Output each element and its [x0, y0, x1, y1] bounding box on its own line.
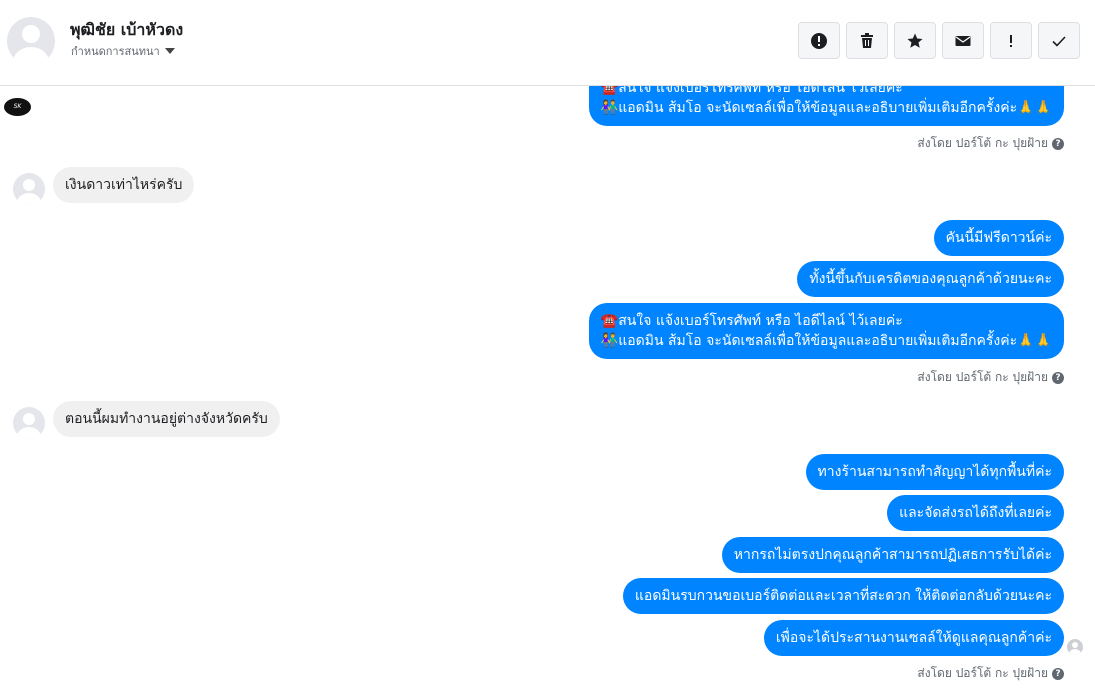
sender-avatar[interactable] — [13, 407, 45, 439]
sent-by-label: ส่งโดย ปอร์โต้ กะ ปุยฝ้าย ? — [917, 134, 1064, 153]
assign-label: กำหนดการสนทนา — [71, 45, 160, 58]
outgoing-message[interactable]: ☎️สนใจ แจ้งเบอร์โทรศัพท์ หรือ ไอดีไลน์ ไ… — [588, 303, 1064, 359]
outgoing-message[interactable]: หากรถไม่ตรงปกคุณลูกค้าสามารถปฏิเสธการรับ… — [721, 537, 1064, 573]
sent-by-text: ส่งโดย ปอร์โต้ กะ ปุยฝ้าย — [917, 666, 1048, 680]
message-thread[interactable]: SK ☎️สนใจ แจ้งเบอร์โทรศัพท์ หรือ ไอดีไลน… — [0, 86, 1095, 699]
outgoing-message[interactable]: ทางร้านสามารถทำสัญญาได้ทุกพื้นที่ค่ะ — [805, 454, 1064, 490]
outgoing-message[interactable]: เพื่อจะได้ประสานงานเซลล์ให้ดูแลคุณลูกค้า… — [763, 620, 1064, 656]
assign-conversation-dropdown[interactable]: กำหนดการสนทนา — [71, 42, 175, 60]
message-line: 👫แอดมิน ส้มโอ จะนัดเซลล์เพื่อให้ข้อมูลแล… — [600, 100, 1052, 116]
follow-up-button[interactable] — [990, 22, 1032, 59]
message-line: 👫แอดมิน ส้มโอ จะนัดเซลล์เพื่อให้ข้อมูลแล… — [600, 333, 1052, 349]
incoming-message[interactable]: เงินดาวเท่าไหร่ครับ — [53, 167, 195, 203]
contact-name[interactable]: พุฒิชัย เบ้าหัวดง — [70, 18, 183, 43]
mark-spam-button[interactable] — [798, 22, 840, 59]
message-line: ☎️สนใจ แจ้งเบอร์โทรศัพท์ หรือ ไอดีไลน์ ไ… — [600, 86, 903, 96]
conversation-header: พุฒิชัย เบ้าหัวดง กำหนดการสนทนา — [0, 0, 1095, 86]
outgoing-message[interactable]: ทั้งนี้ขึ้นกับเครดิตของคุณลูกค้าด้วยนะคะ — [797, 261, 1064, 297]
seen-avatar — [1067, 639, 1083, 655]
trash-icon — [861, 32, 873, 48]
incoming-message[interactable]: ตอนนี้ผมทำงานอยู่ต่างจังหวัดครับ — [53, 401, 280, 437]
outgoing-message[interactable]: และจัดส่งรถได้ถึงที่เลยค่ะ — [887, 495, 1064, 531]
sender-avatar[interactable] — [13, 173, 45, 205]
sent-by-label: ส่งโดย ปอร์โต้ กะ ปุยฝ้าย ? — [917, 664, 1064, 683]
sent-by-text: ส่งโดย ปอร์โต้ กะ ปุยฝ้าย — [917, 136, 1048, 150]
star-icon — [907, 33, 923, 48]
envelope-icon — [955, 35, 971, 46]
page-logo: SK — [4, 98, 31, 116]
spam-icon — [811, 32, 827, 49]
help-icon[interactable]: ? — [1052, 371, 1064, 384]
exclamation-icon — [1010, 34, 1012, 47]
check-icon — [1052, 35, 1066, 47]
help-icon[interactable]: ? — [1052, 137, 1064, 150]
mark-done-button[interactable] — [1038, 22, 1080, 59]
help-icon[interactable]: ? — [1052, 667, 1064, 680]
sent-by-text: ส่งโดย ปอร์โต้ กะ ปุยฝ้าย — [917, 370, 1048, 384]
caret-down-icon — [164, 48, 175, 54]
message-line: ☎️สนใจ แจ้งเบอร์โทรศัพท์ หรือ ไอดีไลน์ ไ… — [600, 313, 903, 329]
contact-avatar[interactable] — [7, 17, 55, 65]
outgoing-message[interactable]: แอดมินรบกวนขอเบอร์ติดต่อและเวลาที่สะดวก … — [622, 578, 1064, 614]
sent-by-label: ส่งโดย ปอร์โต้ กะ ปุยฝ้าย ? — [917, 368, 1064, 387]
outgoing-message[interactable]: ☎️สนใจ แจ้งเบอร์โทรศัพท์ หรือ ไอดีไลน์ ไ… — [588, 86, 1064, 126]
delete-button[interactable] — [846, 22, 888, 59]
outgoing-message[interactable]: คันนี้มีฟรีดาวน์ค่ะ — [933, 220, 1064, 256]
mark-unread-button[interactable] — [942, 22, 984, 59]
action-toolbar — [798, 22, 1080, 59]
star-button[interactable] — [894, 22, 936, 59]
